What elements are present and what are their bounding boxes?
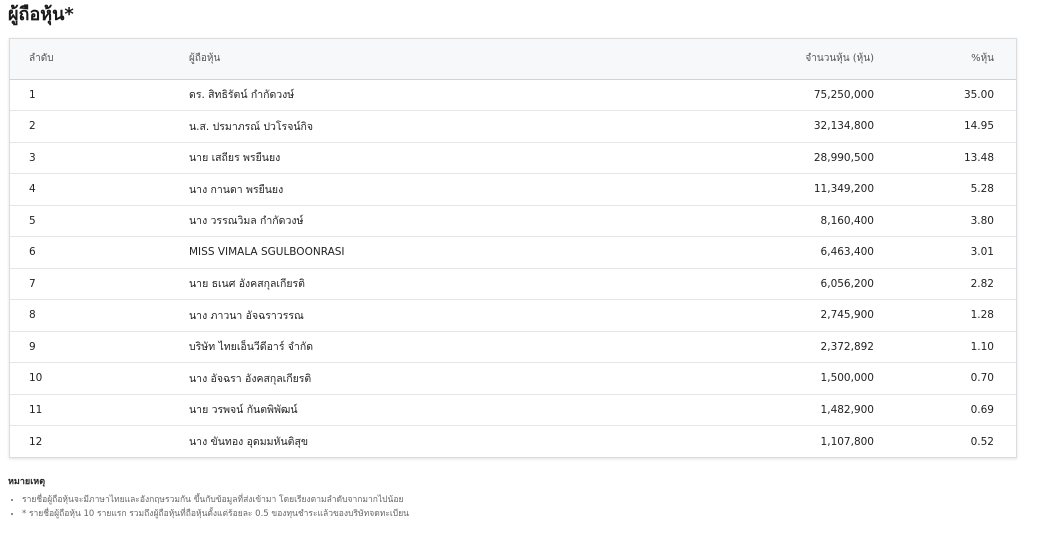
cell-shares: 28,990,500 <box>610 142 874 174</box>
cell-percent: 3.01 <box>874 236 1016 269</box>
cell-shares: 8,160,400 <box>610 205 874 237</box>
cell-rank: 12 <box>29 435 43 448</box>
cell-shareholder: นาง ภาวนา อัจฉราวรรณ <box>188 299 610 332</box>
header-shareholder: ผู้ถือหุ้น <box>188 39 610 80</box>
notes-list: รายชื่อผู้ถือหุ้นจะมีภาษาไทยและอังกฤษรวม… <box>8 493 1038 521</box>
cell-rank: 8 <box>10 299 188 332</box>
cell-shares: 2,745,900 <box>610 299 874 332</box>
cell-rank: 10 <box>10 362 188 395</box>
shareholders-table-card: ลำดับ ผู้ถือหุ้น จำนวนหุ้น (หุ้น) %หุ้น … <box>9 38 1017 458</box>
cell-rank: 1 <box>10 79 188 111</box>
cell-shareholder: นาง อัจฉรา อังคสกุลเกียรติ <box>188 362 610 395</box>
cell-shareholder: นาย ธเนศ อังคสกุลเกียรติ <box>188 268 610 300</box>
cell-percent: 0.69 <box>874 394 1016 426</box>
cell-shares: 1,107,800 <box>820 435 874 448</box>
cell-shareholder: นาง ขันทอง อุดมมหันติสุข <box>189 436 309 448</box>
table-header: ลำดับ ผู้ถือหุ้น จำนวนหุ้น (หุ้น) %หุ้น <box>10 39 1016 80</box>
cell-percent: 0.52 <box>970 435 994 448</box>
cell-shares: 2,372,892 <box>610 331 874 363</box>
table-row: 2 น.ส. ปรมาภรณ์ ปวโรจน์กิจ 32,134,800 14… <box>10 110 1016 143</box>
cell-rank: 3 <box>10 142 188 174</box>
cell-shareholder: นาย เสถียร พรยืนยง <box>188 142 610 174</box>
notes-title: หมายเหตุ <box>8 477 46 487</box>
cell-rank: 2 <box>10 110 188 143</box>
table-row: 11 นาย วรพจน์ กันตพิพัฒน์ 1,482,900 0.69 <box>10 394 1016 426</box>
table-row: 4 นาง กานดา พรยืนยง 11,349,200 5.28 <box>10 173 1016 206</box>
table-row: 5 นาง วรรณวิมล กำกัดวงษ์ 8,160,400 3.80 <box>10 205 1016 237</box>
cell-shares: 6,056,200 <box>610 268 874 300</box>
note-item: รายชื่อผู้ถือหุ้นจะมีภาษาไทยและอังกฤษรวม… <box>22 493 1038 507</box>
cell-rank: 6 <box>10 236 188 269</box>
table-row: 9 บริษัท ไทยเอ็นวีดีอาร์ จำกัด 2,372,892… <box>10 331 1016 363</box>
header-row: ลำดับ ผู้ถือหุ้น จำนวนหุ้น (หุ้น) %หุ้น <box>10 39 1016 80</box>
cell-shareholder: นาง วรรณวิมล กำกัดวงษ์ <box>188 205 610 237</box>
cell-shares: 11,349,200 <box>610 173 874 206</box>
cell-shareholder: นาง กานดา พรยืนยง <box>188 173 610 206</box>
table-row: 3 นาย เสถียร พรยืนยง 28,990,500 13.48 <box>10 142 1016 174</box>
cell-rank: 7 <box>10 268 188 300</box>
header-percent: %หุ้น <box>874 39 1016 80</box>
cell-percent: 35.00 <box>874 79 1016 111</box>
cell-shares: 1,482,900 <box>610 394 874 426</box>
header-shares: จำนวนหุ้น (หุ้น) <box>610 39 874 80</box>
cell-shareholder: ดร. สิทธิรัตน์ กำกัดวงษ์ <box>188 79 610 111</box>
cell-shareholder: บริษัท ไทยเอ็นวีดีอาร์ จำกัด <box>188 331 610 363</box>
table-row: 8 นาง ภาวนา อัจฉราวรรณ 2,745,900 1.28 <box>10 299 1016 332</box>
cell-percent: 1.10 <box>874 331 1016 363</box>
notes-section: หมายเหตุ รายชื่อผู้ถือหุ้นจะมีภาษาไทยและ… <box>8 475 1038 521</box>
table-row: 1 ดร. สิทธิรัตน์ กำกัดวงษ์ 75,250,000 35… <box>10 79 1016 111</box>
table-row: 12 นาง ขันทอง อุดมมหันติสุข 1,107,800 0.… <box>10 426 1016 458</box>
note-item: * รายชื่อผู้ถือหุ้น 10 รายแรก รวมถึงผู้ถ… <box>22 507 1038 521</box>
cell-percent: 3.80 <box>874 205 1016 237</box>
cell-percent: 2.82 <box>874 268 1016 300</box>
table-body: 1 ดร. สิทธิรัตน์ กำกัดวงษ์ 75,250,000 35… <box>10 79 1016 457</box>
cell-rank: 5 <box>10 205 188 237</box>
cell-shares: 1,500,000 <box>610 362 874 395</box>
cell-rank: 4 <box>10 173 188 206</box>
page-title: ผู้ถือหุ้น* <box>8 4 74 25</box>
cell-shares: 6,463,400 <box>610 236 874 269</box>
cell-shareholder: MISS VIMALA SGULBOONRASI <box>188 236 610 269</box>
header-rank: ลำดับ <box>10 39 188 80</box>
cell-shareholder: น.ส. ปรมาภรณ์ ปวโรจน์กิจ <box>188 110 610 143</box>
cell-percent: 5.28 <box>874 173 1016 206</box>
cell-percent: 1.28 <box>874 299 1016 332</box>
shareholders-table: ลำดับ ผู้ถือหุ้น จำนวนหุ้น (หุ้น) %หุ้น … <box>10 39 1016 457</box>
cell-shares: 32,134,800 <box>610 110 874 143</box>
cell-percent: 13.48 <box>874 142 1016 174</box>
cell-shareholder: นาย วรพจน์ กันตพิพัฒน์ <box>188 394 610 426</box>
cell-percent: 0.70 <box>874 362 1016 395</box>
table-row: 10 นาง อัจฉรา อังคสกุลเกียรติ 1,500,000 … <box>10 362 1016 395</box>
table-row: 6 MISS VIMALA SGULBOONRASI 6,463,400 3.0… <box>10 236 1016 269</box>
cell-shares: 75,250,000 <box>610 79 874 111</box>
cell-rank: 11 <box>10 394 188 426</box>
cell-percent: 14.95 <box>874 110 1016 143</box>
cell-rank: 9 <box>10 331 188 363</box>
table-row: 7 นาย ธเนศ อังคสกุลเกียรติ 6,056,200 2.8… <box>10 268 1016 300</box>
